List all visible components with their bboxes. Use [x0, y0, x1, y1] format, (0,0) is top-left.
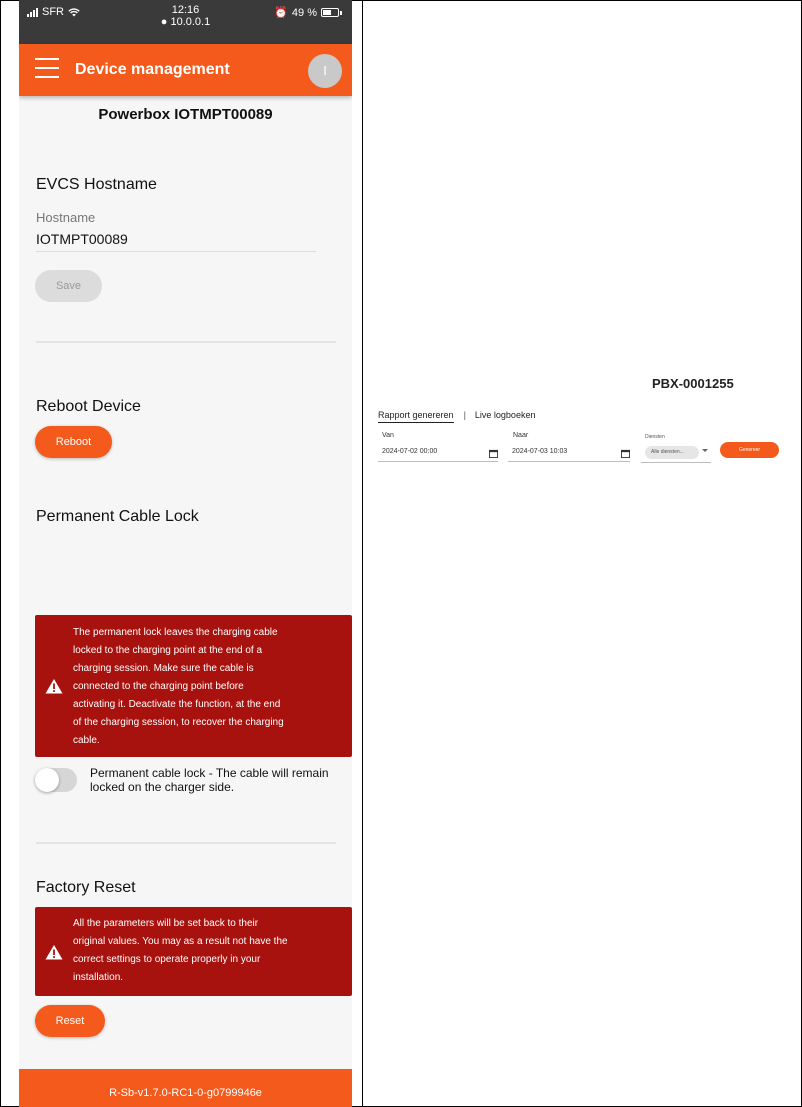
generate-button[interactable]: Genereer: [720, 442, 779, 458]
warning-line: locked to the charging point at the end …: [73, 645, 263, 656]
alarm-icon: ⏰: [274, 7, 288, 19]
factory-reset-warning-text: All the parameters will be set back to t…: [73, 915, 342, 987]
reboot-section-title: Reboot Device: [36, 398, 141, 415]
cable-lock-toggle-label: Permanent cable lock - The cable will re…: [90, 766, 329, 794]
cable-lock-warning: The permanent lock leaves the charging c…: [35, 615, 352, 757]
cable-lock-toggle[interactable]: [35, 768, 77, 792]
warning-line: cable.: [73, 735, 100, 746]
phone-screen: SFR 12:16 ● 10.0.0.1 ⏰ 49 % Device manag…: [19, 0, 352, 1107]
tab-rapport-genereren[interactable]: Rapport genereren: [378, 410, 454, 423]
report-tabs: Rapport genereren | Live logboeken: [378, 410, 535, 423]
calendar-icon[interactable]: [489, 449, 498, 458]
hostname-section-title: EVCS Hostname: [36, 176, 157, 193]
warning-line: correct settings to operate properly in …: [73, 954, 261, 965]
from-date-value: 2024-07-02 00:00: [382, 448, 438, 455]
reset-button[interactable]: Reset: [35, 1005, 105, 1037]
warning-line: of the charging session, to recover the …: [73, 717, 284, 728]
panel-divider: [362, 0, 363, 1107]
warning-line: installation.: [73, 972, 124, 983]
factory-reset-warning: All the parameters will be set back to t…: [35, 907, 352, 996]
warning-icon: [45, 945, 63, 960]
calendar-icon[interactable]: [621, 449, 630, 458]
footer-version: R-Sb-v1.7.0-RC1-0-g0799946e: [19, 1069, 352, 1107]
device-title: Powerbox IOTMPT00089: [98, 106, 273, 123]
section-divider: [36, 842, 336, 844]
from-label: Van: [382, 432, 394, 439]
report-title: PBX-0001255: [652, 376, 734, 391]
section-divider: [36, 341, 336, 343]
battery-icon: [321, 8, 339, 17]
factory-reset-section-title: Factory Reset: [36, 879, 136, 896]
menu-icon[interactable]: [35, 58, 59, 80]
hostname-label: Hostname: [36, 210, 96, 225]
warning-line: All the parameters will be set back to t…: [73, 918, 259, 929]
cable-lock-section-title: Permanent Cable Lock: [36, 508, 199, 525]
to-date-input[interactable]: 2024-07-03 10:03: [508, 448, 630, 462]
warning-line: connected to the charging point before: [73, 681, 244, 692]
app-bar: Device management I: [19, 44, 352, 96]
status-address-text: 10.0.0.1: [170, 16, 211, 28]
warning-line: activating it. Deactivate the function, …: [73, 699, 281, 710]
address-dot-icon: ●: [160, 16, 168, 28]
chevron-down-icon[interactable]: [702, 449, 708, 452]
warning-line: The permanent lock leaves the charging c…: [73, 627, 278, 638]
to-label: Naar: [513, 432, 529, 439]
from-date-input[interactable]: 2024-07-02 00:00: [378, 448, 498, 462]
services-underline: [641, 462, 711, 463]
cable-lock-warning-text: The permanent lock leaves the charging c…: [73, 624, 342, 750]
tab-live-logboeken[interactable]: Live logboeken: [475, 410, 536, 423]
status-bar: SFR 12:16 ● 10.0.0.1 ⏰ 49 %: [19, 0, 352, 44]
services-select[interactable]: Alle diensten...: [645, 446, 699, 459]
hostname-underline: [36, 251, 316, 252]
warning-line: charging session. Make sure the cable is: [73, 663, 254, 674]
app-bar-title: Device management: [75, 61, 230, 78]
services-label: Diensten: [645, 434, 665, 440]
hostname-field[interactable]: IOTMPT00089: [36, 231, 128, 247]
warning-line: original values. You may as a result not…: [73, 936, 288, 947]
battery-percent: 49 %: [291, 6, 317, 19]
reboot-button[interactable]: Reboot: [35, 426, 112, 458]
avatar[interactable]: I: [308, 54, 342, 88]
status-right: ⏰ 49 %: [274, 6, 342, 19]
toggle-knob: [35, 768, 59, 792]
tab-separator: |: [463, 410, 466, 420]
to-date-value: 2024-07-03 10:03: [512, 448, 568, 455]
warning-icon: [45, 679, 63, 694]
save-button[interactable]: Save: [35, 270, 102, 302]
battery-tip: [340, 10, 342, 15]
